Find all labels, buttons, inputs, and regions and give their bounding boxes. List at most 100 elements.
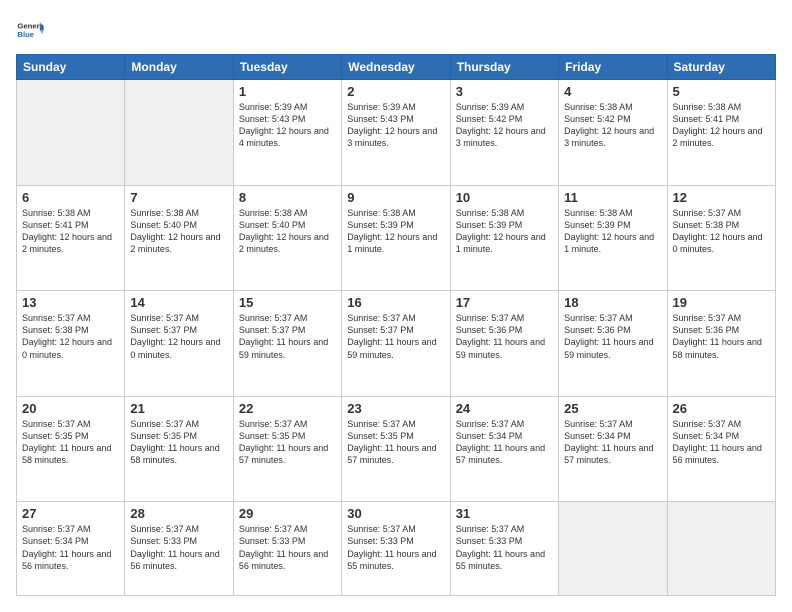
- day-number: 12: [673, 190, 770, 205]
- calendar-week-row: 13 Sunrise: 5:37 AM Sunset: 5:38 PM Dayli…: [17, 291, 776, 397]
- day-info: Sunrise: 5:37 AM Sunset: 5:35 PM Dayligh…: [22, 418, 119, 467]
- day-info: Sunrise: 5:38 AM Sunset: 5:39 PM Dayligh…: [564, 207, 661, 256]
- day-number: 2: [347, 84, 444, 99]
- day-number: 28: [130, 506, 227, 521]
- calendar-day-cell: 15 Sunrise: 5:37 AM Sunset: 5:37 PM Dayli…: [233, 291, 341, 397]
- calendar-week-row: 20 Sunrise: 5:37 AM Sunset: 5:35 PM Dayli…: [17, 396, 776, 502]
- calendar-day-cell: 7 Sunrise: 5:38 AM Sunset: 5:40 PM Daylig…: [125, 185, 233, 291]
- day-number: 3: [456, 84, 553, 99]
- day-number: 14: [130, 295, 227, 310]
- calendar-day-cell: 24Sunrise: 5:37 AM Sunset: 5:34 PM Dayli…: [450, 396, 558, 502]
- calendar-week-row: 1 Sunrise: 5:39 AM Sunset: 5:43 PM Daylig…: [17, 80, 776, 186]
- day-number: 4: [564, 84, 661, 99]
- calendar-day-cell: 17 Sunrise: 5:37 AM Sunset: 5:36 PM Dayli…: [450, 291, 558, 397]
- calendar-day-cell: 8 Sunrise: 5:38 AM Sunset: 5:40 PM Daylig…: [233, 185, 341, 291]
- day-number: 13: [22, 295, 119, 310]
- calendar-day-cell: 2 Sunrise: 5:39 AM Sunset: 5:43 PM Daylig…: [342, 80, 450, 186]
- day-number: 8: [239, 190, 336, 205]
- day-number: 17: [456, 295, 553, 310]
- weekday-header: Monday: [125, 55, 233, 80]
- day-info: Sunrise: 5:38 AM Sunset: 5:41 PM Dayligh…: [22, 207, 119, 256]
- day-number: 18: [564, 295, 661, 310]
- weekday-header: Thursday: [450, 55, 558, 80]
- calendar-day-cell: 3 Sunrise: 5:39 AM Sunset: 5:42 PM Daylig…: [450, 80, 558, 186]
- logo-icon: General Blue: [16, 16, 44, 44]
- calendar-table: SundayMondayTuesdayWednesdayThursdayFrid…: [16, 54, 776, 596]
- day-info: Sunrise: 5:37 AM Sunset: 5:33 PM Dayligh…: [130, 523, 227, 572]
- day-info: Sunrise: 5:38 AM Sunset: 5:39 PM Dayligh…: [347, 207, 444, 256]
- day-info: Sunrise: 5:37 AM Sunset: 5:35 PM Dayligh…: [347, 418, 444, 467]
- header: General Blue: [16, 16, 776, 44]
- day-info: Sunrise: 5:39 AM Sunset: 5:43 PM Dayligh…: [347, 101, 444, 150]
- page: General Blue SundayMondayTuesdayWednesda…: [0, 0, 792, 612]
- day-number: 25: [564, 401, 661, 416]
- calendar-day-cell: 1 Sunrise: 5:39 AM Sunset: 5:43 PM Daylig…: [233, 80, 341, 186]
- svg-text:Blue: Blue: [17, 30, 34, 39]
- day-number: 16: [347, 295, 444, 310]
- day-info: Sunrise: 5:37 AM Sunset: 5:34 PM Dayligh…: [564, 418, 661, 467]
- day-info: Sunrise: 5:39 AM Sunset: 5:43 PM Dayligh…: [239, 101, 336, 150]
- calendar-day-cell: 18 Sunrise: 5:37 AM Sunset: 5:36 PM Dayli…: [559, 291, 667, 397]
- day-number: 10: [456, 190, 553, 205]
- day-number: 20: [22, 401, 119, 416]
- calendar-day-cell: 28 Sunrise: 5:37 AM Sunset: 5:33 PM Dayli…: [125, 502, 233, 596]
- day-number: 22: [239, 401, 336, 416]
- calendar-day-cell: 19 Sunrise: 5:37 AM Sunset: 5:36 PM Dayli…: [667, 291, 775, 397]
- calendar-day-cell: 25 Sunrise: 5:37 AM Sunset: 5:34 PM Dayli…: [559, 396, 667, 502]
- day-number: 30: [347, 506, 444, 521]
- day-number: 1: [239, 84, 336, 99]
- weekday-header: Friday: [559, 55, 667, 80]
- calendar-week-row: 27 Sunrise: 5:37 AM Sunset: 5:34 PM Dayli…: [17, 502, 776, 596]
- day-info: Sunrise: 5:39 AM Sunset: 5:42 PM Dayligh…: [456, 101, 553, 150]
- day-number: 7: [130, 190, 227, 205]
- day-info: Sunrise: 5:37 AM Sunset: 5:37 PM Dayligh…: [130, 312, 227, 361]
- day-number: 5: [673, 84, 770, 99]
- calendar-day-cell: 6 Sunrise: 5:38 AM Sunset: 5:41 PM Daylig…: [17, 185, 125, 291]
- weekday-header: Saturday: [667, 55, 775, 80]
- day-number: 21: [130, 401, 227, 416]
- calendar-day-cell: 31Sunrise: 5:37 AM Sunset: 5:33 PM Dayli…: [450, 502, 558, 596]
- calendar-day-cell: 16 Sunrise: 5:37 AM Sunset: 5:37 PM Dayli…: [342, 291, 450, 397]
- calendar-day-cell: 20 Sunrise: 5:37 AM Sunset: 5:35 PM Dayli…: [17, 396, 125, 502]
- calendar-day-cell: 27 Sunrise: 5:37 AM Sunset: 5:34 PM Dayli…: [17, 502, 125, 596]
- calendar-day-cell: 21 Sunrise: 5:37 AM Sunset: 5:35 PM Dayli…: [125, 396, 233, 502]
- calendar-day-cell: [125, 80, 233, 186]
- day-info: Sunrise: 5:37 AM Sunset: 5:37 PM Dayligh…: [239, 312, 336, 361]
- day-info: Sunrise: 5:37 AM Sunset: 5:35 PM Dayligh…: [130, 418, 227, 467]
- day-info: Sunrise: 5:37 AM Sunset: 5:33 PM Dayligh…: [239, 523, 336, 572]
- day-number: 6: [22, 190, 119, 205]
- calendar-day-cell: [559, 502, 667, 596]
- day-number: 27: [22, 506, 119, 521]
- day-info: Sunrise: 5:38 AM Sunset: 5:39 PM Dayligh…: [456, 207, 553, 256]
- day-info: Sunrise: 5:37 AM Sunset: 5:33 PM Dayligh…: [456, 523, 553, 572]
- calendar-day-cell: [17, 80, 125, 186]
- day-number: 15: [239, 295, 336, 310]
- calendar-day-cell: [667, 502, 775, 596]
- day-info: Sunrise: 5:38 AM Sunset: 5:40 PM Dayligh…: [130, 207, 227, 256]
- calendar-day-cell: 29 Sunrise: 5:37 AM Sunset: 5:33 PM Dayli…: [233, 502, 341, 596]
- calendar-day-cell: 11 Sunrise: 5:38 AM Sunset: 5:39 PM Dayli…: [559, 185, 667, 291]
- weekday-header: Sunday: [17, 55, 125, 80]
- calendar-day-cell: 30 Sunrise: 5:37 AM Sunset: 5:33 PM Dayli…: [342, 502, 450, 596]
- day-info: Sunrise: 5:37 AM Sunset: 5:36 PM Dayligh…: [564, 312, 661, 361]
- day-info: Sunrise: 5:37 AM Sunset: 5:36 PM Dayligh…: [673, 312, 770, 361]
- calendar-week-row: 6 Sunrise: 5:38 AM Sunset: 5:41 PM Daylig…: [17, 185, 776, 291]
- day-number: 11: [564, 190, 661, 205]
- day-info: Sunrise: 5:37 AM Sunset: 5:38 PM Dayligh…: [673, 207, 770, 256]
- day-info: Sunrise: 5:37 AM Sunset: 5:34 PM Dayligh…: [456, 418, 553, 467]
- day-number: 19: [673, 295, 770, 310]
- calendar-day-cell: 22 Sunrise: 5:37 AM Sunset: 5:35 PM Dayli…: [233, 396, 341, 502]
- calendar-header-row: SundayMondayTuesdayWednesdayThursdayFrid…: [17, 55, 776, 80]
- weekday-header: Wednesday: [342, 55, 450, 80]
- day-number: 26: [673, 401, 770, 416]
- calendar-day-cell: 26Sunrise: 5:37 AM Sunset: 5:34 PM Dayli…: [667, 396, 775, 502]
- day-info: Sunrise: 5:37 AM Sunset: 5:36 PM Dayligh…: [456, 312, 553, 361]
- day-info: Sunrise: 5:37 AM Sunset: 5:35 PM Dayligh…: [239, 418, 336, 467]
- day-number: 29: [239, 506, 336, 521]
- day-info: Sunrise: 5:37 AM Sunset: 5:34 PM Dayligh…: [22, 523, 119, 572]
- day-info: Sunrise: 5:37 AM Sunset: 5:37 PM Dayligh…: [347, 312, 444, 361]
- day-info: Sunrise: 5:37 AM Sunset: 5:38 PM Dayligh…: [22, 312, 119, 361]
- calendar-day-cell: 13 Sunrise: 5:37 AM Sunset: 5:38 PM Dayli…: [17, 291, 125, 397]
- day-info: Sunrise: 5:38 AM Sunset: 5:40 PM Dayligh…: [239, 207, 336, 256]
- day-info: Sunrise: 5:37 AM Sunset: 5:33 PM Dayligh…: [347, 523, 444, 572]
